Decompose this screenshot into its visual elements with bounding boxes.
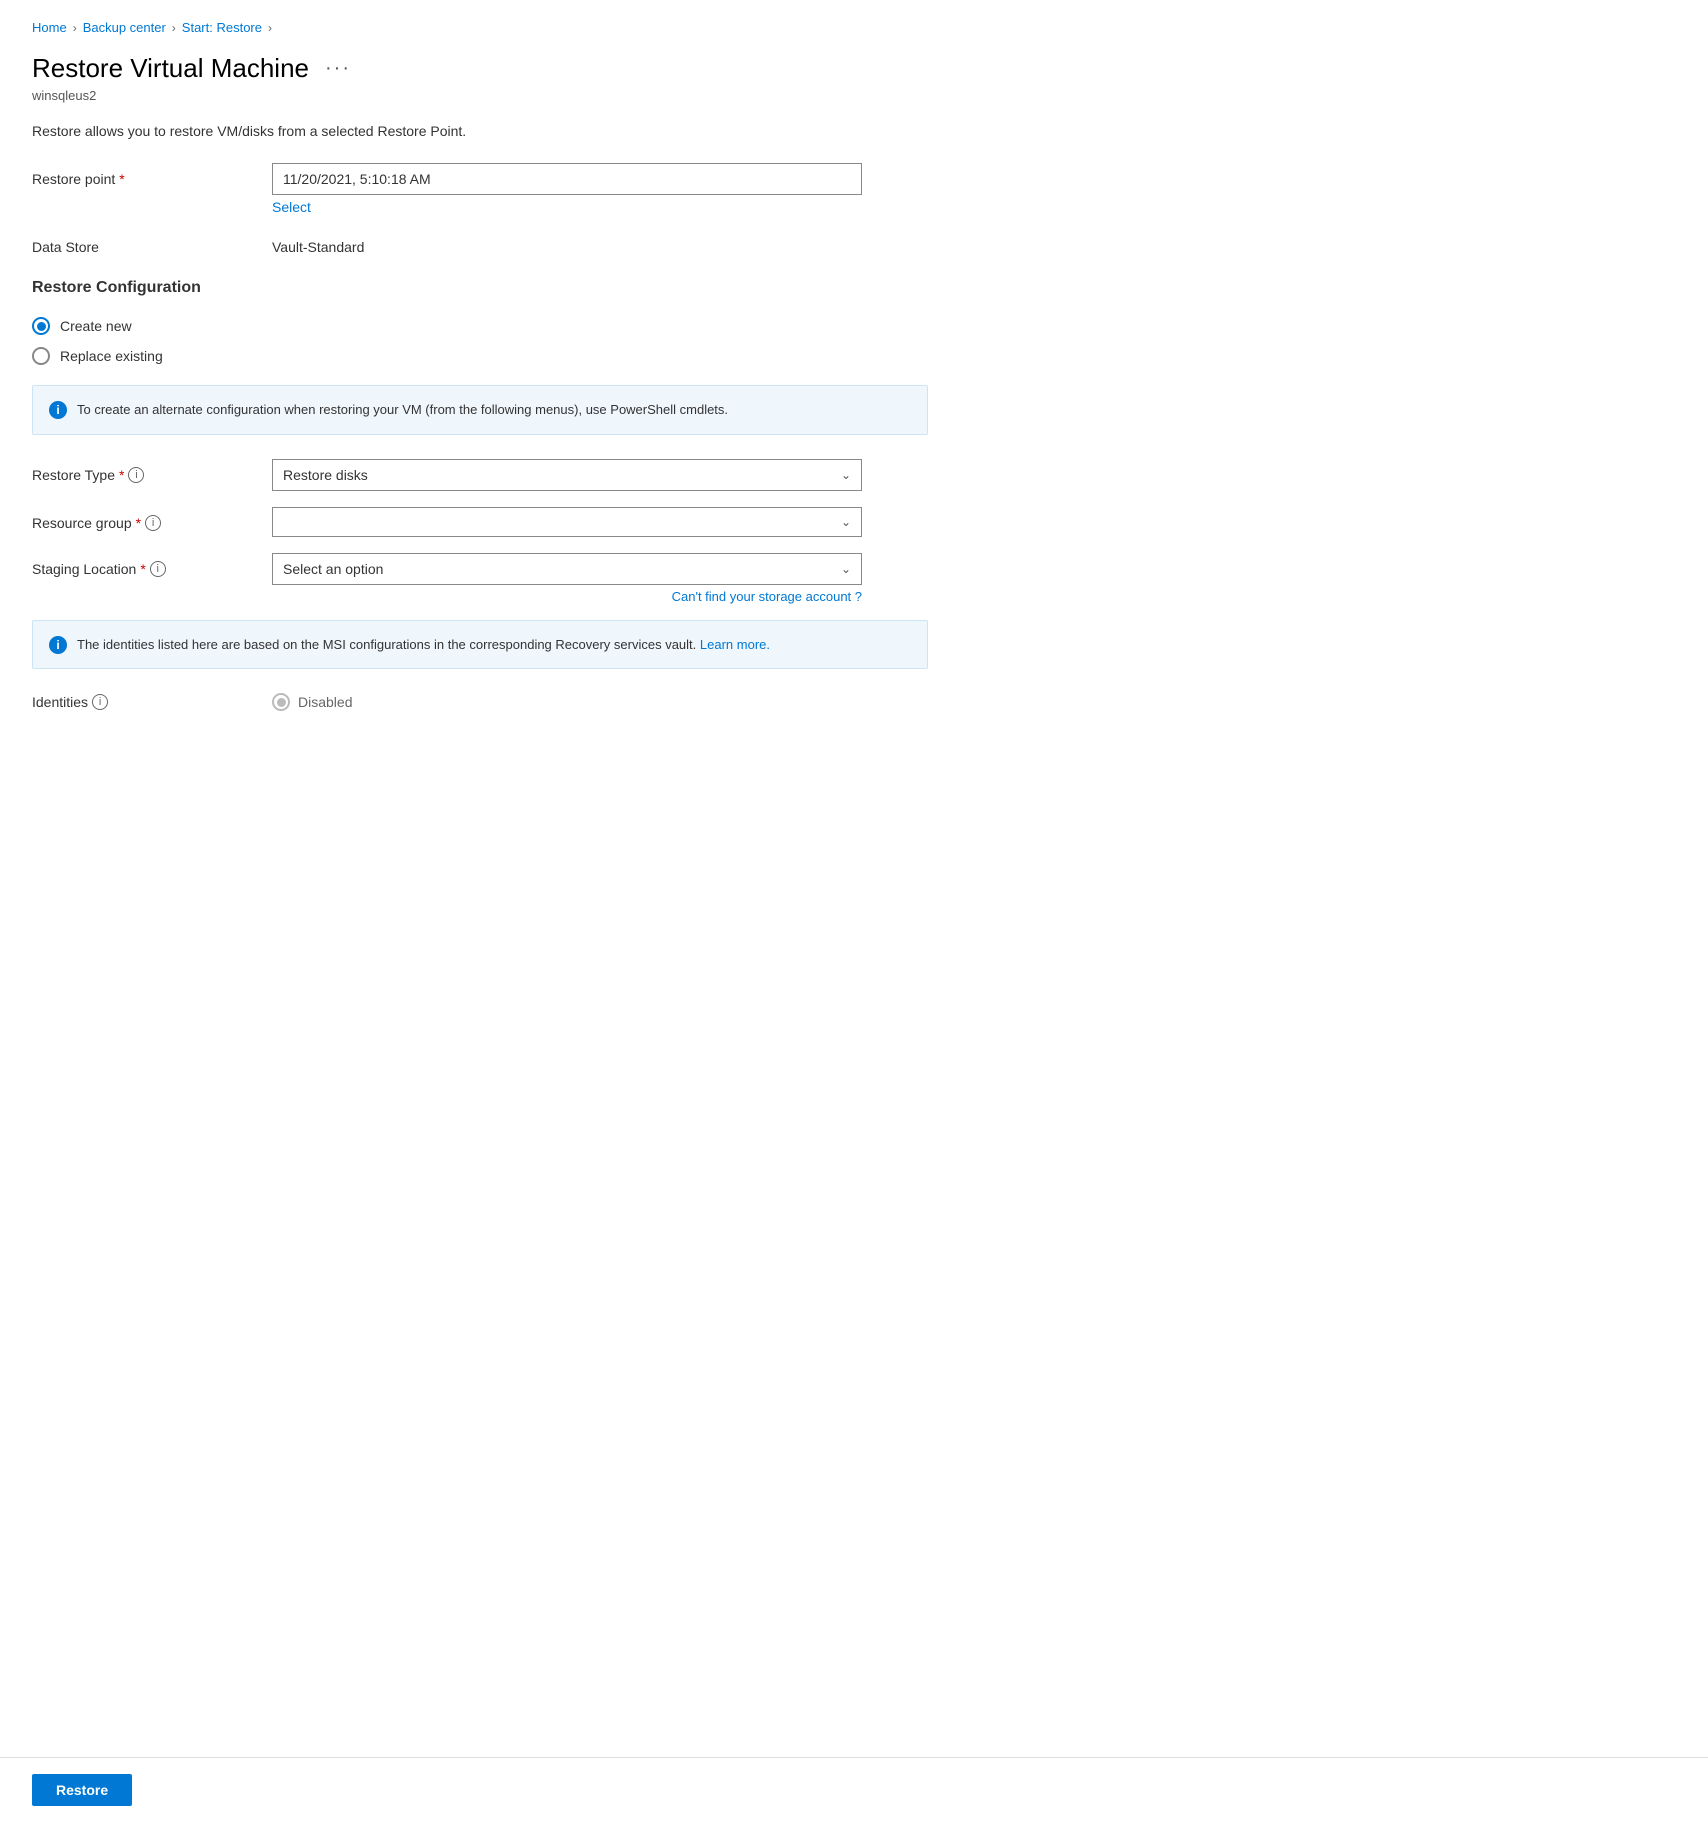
- radio-replace-existing-circle: [32, 347, 50, 365]
- breadcrumb-sep-3: ›: [268, 21, 272, 35]
- resource-group-dropdown[interactable]: ⌄: [272, 507, 862, 537]
- identities-info-text: The identities listed here are based on …: [77, 635, 770, 655]
- staging-location-dropdown[interactable]: Select an option ⌄: [272, 553, 862, 585]
- breadcrumb-current: Start: Restore: [182, 20, 262, 35]
- page-title: Restore Virtual Machine: [32, 53, 309, 84]
- identities-radio-inner: [277, 698, 286, 707]
- identities-info-banner: i The identities listed here are based o…: [32, 620, 928, 670]
- resource-group-row: Resource group * i ⌄: [32, 507, 928, 537]
- restore-point-value-container: Select: [272, 163, 928, 215]
- staging-location-label: Staging Location * i: [32, 553, 272, 577]
- cant-find-storage-link[interactable]: Can't find your storage account ?: [272, 589, 862, 604]
- page-subtitle: winsqleus2: [32, 88, 928, 103]
- restore-point-row: Restore point * Select: [32, 163, 928, 215]
- identities-learn-more-link[interactable]: Learn more.: [700, 637, 770, 652]
- restore-point-label: Restore point *: [32, 163, 272, 187]
- radio-create-new-circle: [32, 317, 50, 335]
- data-store-value: Vault-Standard: [272, 231, 928, 255]
- identities-label: Identities i: [32, 694, 272, 710]
- radio-replace-existing[interactable]: Replace existing: [32, 347, 928, 365]
- data-store-row: Data Store Vault-Standard: [32, 231, 928, 255]
- breadcrumb-home[interactable]: Home: [32, 20, 67, 35]
- resource-group-value: ⌄: [272, 507, 928, 537]
- identities-info-icon-label[interactable]: i: [92, 694, 108, 710]
- resource-group-required: *: [136, 515, 141, 531]
- resource-group-info-icon[interactable]: i: [145, 515, 161, 531]
- restore-type-dropdown[interactable]: Restore disks ⌄: [272, 459, 862, 491]
- breadcrumb-backup-center[interactable]: Backup center: [83, 20, 166, 35]
- restore-type-chevron: ⌄: [841, 468, 851, 482]
- identities-info-icon: i: [49, 636, 67, 654]
- identities-row: Identities i Disabled: [32, 693, 928, 711]
- radio-create-new-label: Create new: [60, 318, 132, 334]
- restore-type-value: Restore disks ⌄: [272, 459, 928, 491]
- restore-configuration-title: Restore Configuration: [32, 279, 928, 297]
- footer-bar: Restore: [0, 1757, 1708, 1822]
- resource-group-label: Resource group * i: [32, 507, 272, 531]
- restore-type-row: Restore Type * i Restore disks ⌄: [32, 459, 928, 491]
- restore-type-required: *: [119, 467, 124, 483]
- resource-group-chevron: ⌄: [841, 515, 851, 529]
- radio-create-new[interactable]: Create new: [32, 317, 928, 335]
- radio-replace-existing-label: Replace existing: [60, 348, 163, 364]
- identities-disabled-radio: Disabled: [272, 693, 352, 711]
- identities-disabled-label: Disabled: [298, 694, 352, 710]
- staging-location-row: Staging Location * i Select an option ⌄ …: [32, 553, 928, 604]
- staging-location-info-icon[interactable]: i: [150, 561, 166, 577]
- staging-location-selected: Select an option: [283, 561, 383, 577]
- staging-location-value: Select an option ⌄ Can't find your stora…: [272, 553, 928, 604]
- info-banner-text: To create an alternate configuration whe…: [77, 400, 728, 420]
- breadcrumb: Home › Backup center › Start: Restore ›: [32, 20, 928, 35]
- page-description: Restore allows you to restore VM/disks f…: [32, 123, 928, 139]
- staging-location-chevron: ⌄: [841, 562, 851, 576]
- more-options-button[interactable]: ···: [321, 57, 355, 80]
- restore-point-select-link[interactable]: Select: [272, 199, 928, 215]
- info-icon: i: [49, 401, 67, 419]
- breadcrumb-sep-2: ›: [172, 21, 176, 35]
- restore-config-radio-group: Create new Replace existing: [32, 317, 928, 365]
- restore-type-label: Restore Type * i: [32, 459, 272, 483]
- restore-point-input[interactable]: [272, 163, 862, 195]
- info-banner: i To create an alternate configuration w…: [32, 385, 928, 435]
- data-store-static: Vault-Standard: [272, 231, 928, 255]
- data-store-label: Data Store: [32, 231, 272, 255]
- restore-point-required: *: [119, 171, 124, 187]
- breadcrumb-sep-1: ›: [73, 21, 77, 35]
- restore-type-info-icon[interactable]: i: [128, 467, 144, 483]
- staging-location-required: *: [140, 561, 145, 577]
- identities-radio-circle: [272, 693, 290, 711]
- restore-button[interactable]: Restore: [32, 1774, 132, 1806]
- restore-type-selected: Restore disks: [283, 467, 368, 483]
